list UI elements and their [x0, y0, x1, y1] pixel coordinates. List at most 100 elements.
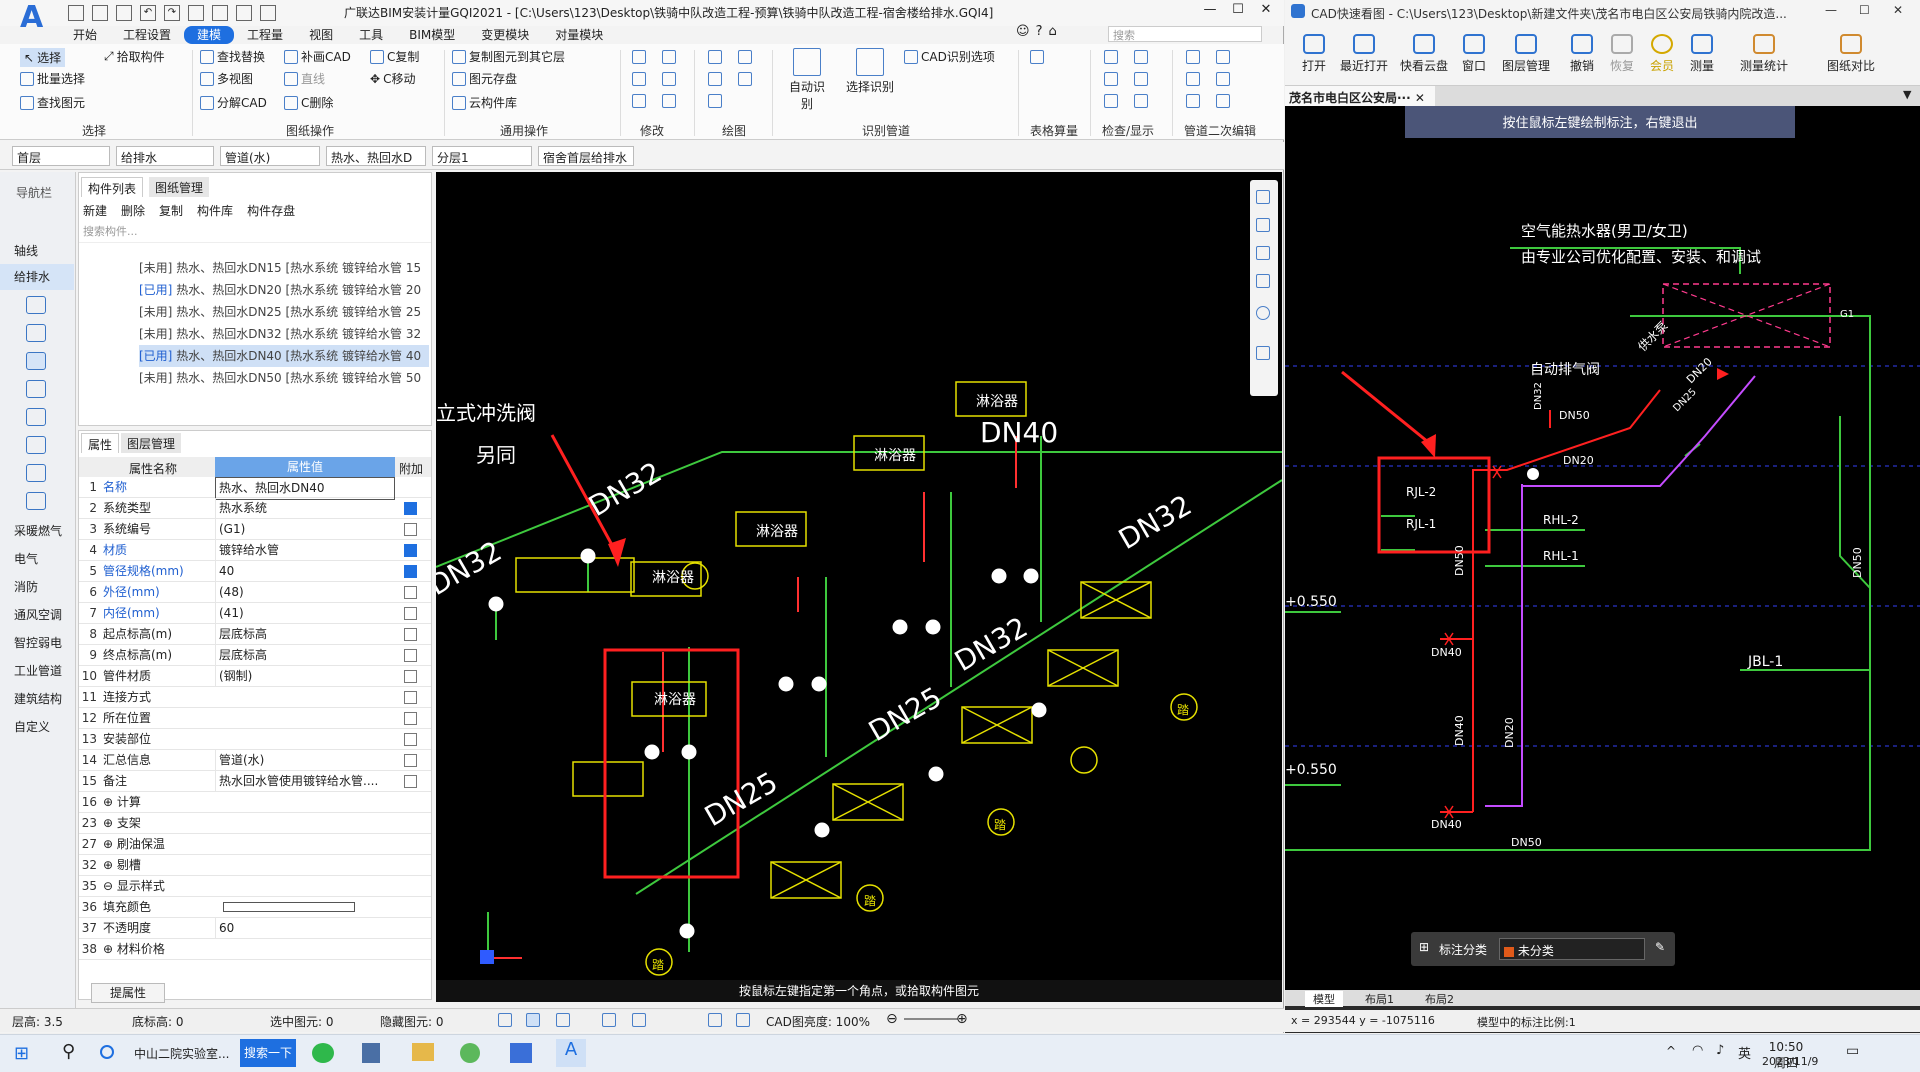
- calc-icon[interactable]: [188, 5, 204, 21]
- new-component-button[interactable]: 新建: [83, 202, 107, 219]
- property-row[interactable]: 4 材质 镀锌给水管: [79, 540, 431, 561]
- cad-viewer-taskbar-icon[interactable]: [510, 1043, 532, 1063]
- taskbar-time[interactable]: 10:50 周四: [1762, 1040, 1810, 1070]
- property-row[interactable]: 1 名称 热水、热回水DN40: [79, 477, 431, 500]
- polar-icon[interactable]: [632, 1013, 646, 1027]
- report-icon[interactable]: [212, 5, 228, 21]
- shower-box[interactable]: [572, 761, 644, 797]
- measure-stats-button[interactable]: 测量统计: [1727, 34, 1801, 74]
- link-icon[interactable]: [260, 5, 276, 21]
- menu-quantities[interactable]: 工程量: [234, 26, 296, 44]
- cube-view-icon[interactable]: [1256, 246, 1270, 260]
- edit-annotation-icon[interactable]: ✎: [1655, 940, 1665, 954]
- explode-cad-button[interactable]: 分解CAD: [200, 94, 267, 111]
- layer-display-icon[interactable]: [708, 1013, 722, 1027]
- line-draw-icon[interactable]: [708, 50, 722, 64]
- snap-icon[interactable]: [526, 1013, 540, 1027]
- redraw-cad-button[interactable]: 补画CAD: [284, 48, 351, 65]
- recent-open-button[interactable]: 最近打开: [1335, 34, 1393, 74]
- component-row-selected[interactable]: [已用] 热水、热回水DN40 [热水系统 镀锌给水管 40: [139, 345, 429, 367]
- windows-start-icon[interactable]: ⊞: [14, 1043, 29, 1064]
- 3d-view-icon[interactable]: [1256, 218, 1270, 232]
- taskbar-search-button[interactable]: 搜索一下: [240, 1039, 296, 1067]
- table-calc-icon[interactable]: [1030, 50, 1044, 64]
- batch-select-button[interactable]: 批量选择: [20, 70, 85, 87]
- return-pipe[interactable]: [1485, 375, 1756, 807]
- gauge-icon[interactable]: [1527, 468, 1539, 480]
- valve-icon[interactable]: [1031, 702, 1047, 718]
- property-row[interactable]: 11 连接方式: [79, 687, 431, 708]
- extract-property-button[interactable]: 提属性: [91, 983, 165, 1003]
- menu-project-settings[interactable]: 工程设置: [110, 26, 184, 44]
- attach-checkbox[interactable]: [404, 733, 417, 746]
- minimize-button[interactable]: —: [1196, 2, 1224, 22]
- property-row[interactable]: 3 系统编号 (G1): [79, 519, 431, 540]
- attach-checkbox[interactable]: [404, 523, 417, 536]
- open-file-icon[interactable]: [92, 5, 108, 21]
- cad-canvas-left[interactable]: 立式冲洗阀 另同 DN40 DN32 DN32 DN32 DN32 DN25 D…: [436, 172, 1282, 1002]
- floor-select[interactable]: 首层: [12, 146, 110, 166]
- menu-start[interactable]: 开始: [60, 26, 110, 44]
- taskbar-date[interactable]: 2023/11/9: [1762, 1055, 1818, 1069]
- tab-close-icon[interactable]: ✕: [1415, 91, 1425, 105]
- element-save-button[interactable]: 图元存盘: [452, 70, 517, 87]
- property-row[interactable]: 2 系统类型 热水系统: [79, 498, 431, 519]
- property-row[interactable]: 32 ⊕ 剔槽: [79, 855, 431, 876]
- search-input[interactable]: 搜索: [1108, 26, 1262, 42]
- valve-icon[interactable]: [778, 676, 794, 692]
- valve-icon[interactable]: [814, 822, 830, 838]
- layer-manager-button[interactable]: 图层管理: [1497, 34, 1555, 74]
- valve-icon[interactable]: [644, 744, 660, 760]
- select-recognize-button[interactable]: 选择识别: [842, 48, 898, 95]
- nav-item-electrical[interactable]: 电气: [0, 546, 74, 572]
- taskbar-browser-item[interactable]: 中山二院实验室...: [134, 1045, 229, 1062]
- property-row[interactable]: 9 终点标高(m) 层底标高: [79, 645, 431, 666]
- attach-checkbox[interactable]: [404, 691, 417, 704]
- component-row[interactable]: [未用] 热水、热回水DN15 [热水系统 镀锌给水管 15: [139, 257, 429, 279]
- pick-component-button[interactable]: ⤢ 拾取构件: [104, 48, 165, 65]
- property-row[interactable]: 15 备注 热水回水管使用镀锌给水管....: [79, 771, 431, 792]
- network-icon[interactable]: ◠: [1692, 1043, 1703, 1058]
- attach-checkbox[interactable]: [404, 544, 417, 557]
- zoom-out-icon[interactable]: ⊖: [886, 1011, 898, 1027]
- measure-button[interactable]: 测量: [1673, 34, 1731, 74]
- wechat-icon[interactable]: [312, 1043, 334, 1063]
- attach-checkbox[interactable]: [404, 754, 417, 767]
- menu-bim-model[interactable]: BIM模型: [396, 26, 468, 44]
- app-logo-icon[interactable]: A: [20, 0, 54, 40]
- property-value[interactable]: (48): [215, 582, 395, 603]
- tray-up-icon[interactable]: ^: [1666, 1044, 1676, 1058]
- offset-icon[interactable]: [632, 50, 646, 64]
- property-value[interactable]: 镀锌给水管: [215, 540, 395, 561]
- layer-select[interactable]: 分层1: [432, 146, 532, 166]
- component-row[interactable]: [未用] 热水、热回水DN32 [热水系统 镀锌给水管 32: [139, 323, 429, 345]
- shower-box[interactable]: [515, 557, 635, 593]
- cad-canvas-right[interactable]: 按住鼠标左键绘制标注，右键退出 空气能热水器(男卫/女卫) 由专业公司优化配置、…: [1285, 106, 1920, 992]
- dynamic-input-icon[interactable]: [736, 1013, 750, 1027]
- check-icon[interactable]: [1104, 72, 1118, 86]
- find-element-button[interactable]: 查找图元: [20, 94, 85, 111]
- pipe-draw-icon[interactable]: [738, 50, 752, 64]
- 3d-snap-icon[interactable]: [556, 1013, 570, 1027]
- list-check-icon[interactable]: [1134, 72, 1148, 86]
- property-value[interactable]: 层底标高: [215, 645, 395, 666]
- valve-icon[interactable]: [1492, 465, 1502, 479]
- pipe-riser-icon[interactable]: [1186, 72, 1200, 86]
- move-tool-icon[interactable]: [632, 72, 646, 86]
- save-icon[interactable]: [116, 5, 132, 21]
- menu-view[interactable]: 视图: [296, 26, 346, 44]
- attach-checkbox[interactable]: [404, 565, 417, 578]
- property-row[interactable]: 36 填充颜色: [79, 897, 431, 918]
- line-button[interactable]: 直线: [284, 70, 325, 87]
- nav-item-custom[interactable]: 自定义: [0, 714, 74, 740]
- property-row[interactable]: 16 ⊕ 计算: [79, 792, 431, 813]
- support-icon[interactable]: [26, 492, 46, 510]
- attach-checkbox[interactable]: [404, 628, 417, 641]
- property-row[interactable]: 14 汇总信息 管道(水): [79, 750, 431, 771]
- tab-component-list[interactable]: 构件列表: [81, 177, 144, 197]
- orbit-icon[interactable]: [1256, 190, 1270, 204]
- angle-icon[interactable]: [602, 1013, 616, 1027]
- select-button[interactable]: ↖ 选择: [20, 48, 66, 67]
- component-row[interactable]: [已用] 热水、热回水DN20 [热水系统 镀锌给水管 20: [139, 279, 429, 301]
- drawing-compare-button[interactable]: 图纸对比: [1815, 34, 1887, 74]
